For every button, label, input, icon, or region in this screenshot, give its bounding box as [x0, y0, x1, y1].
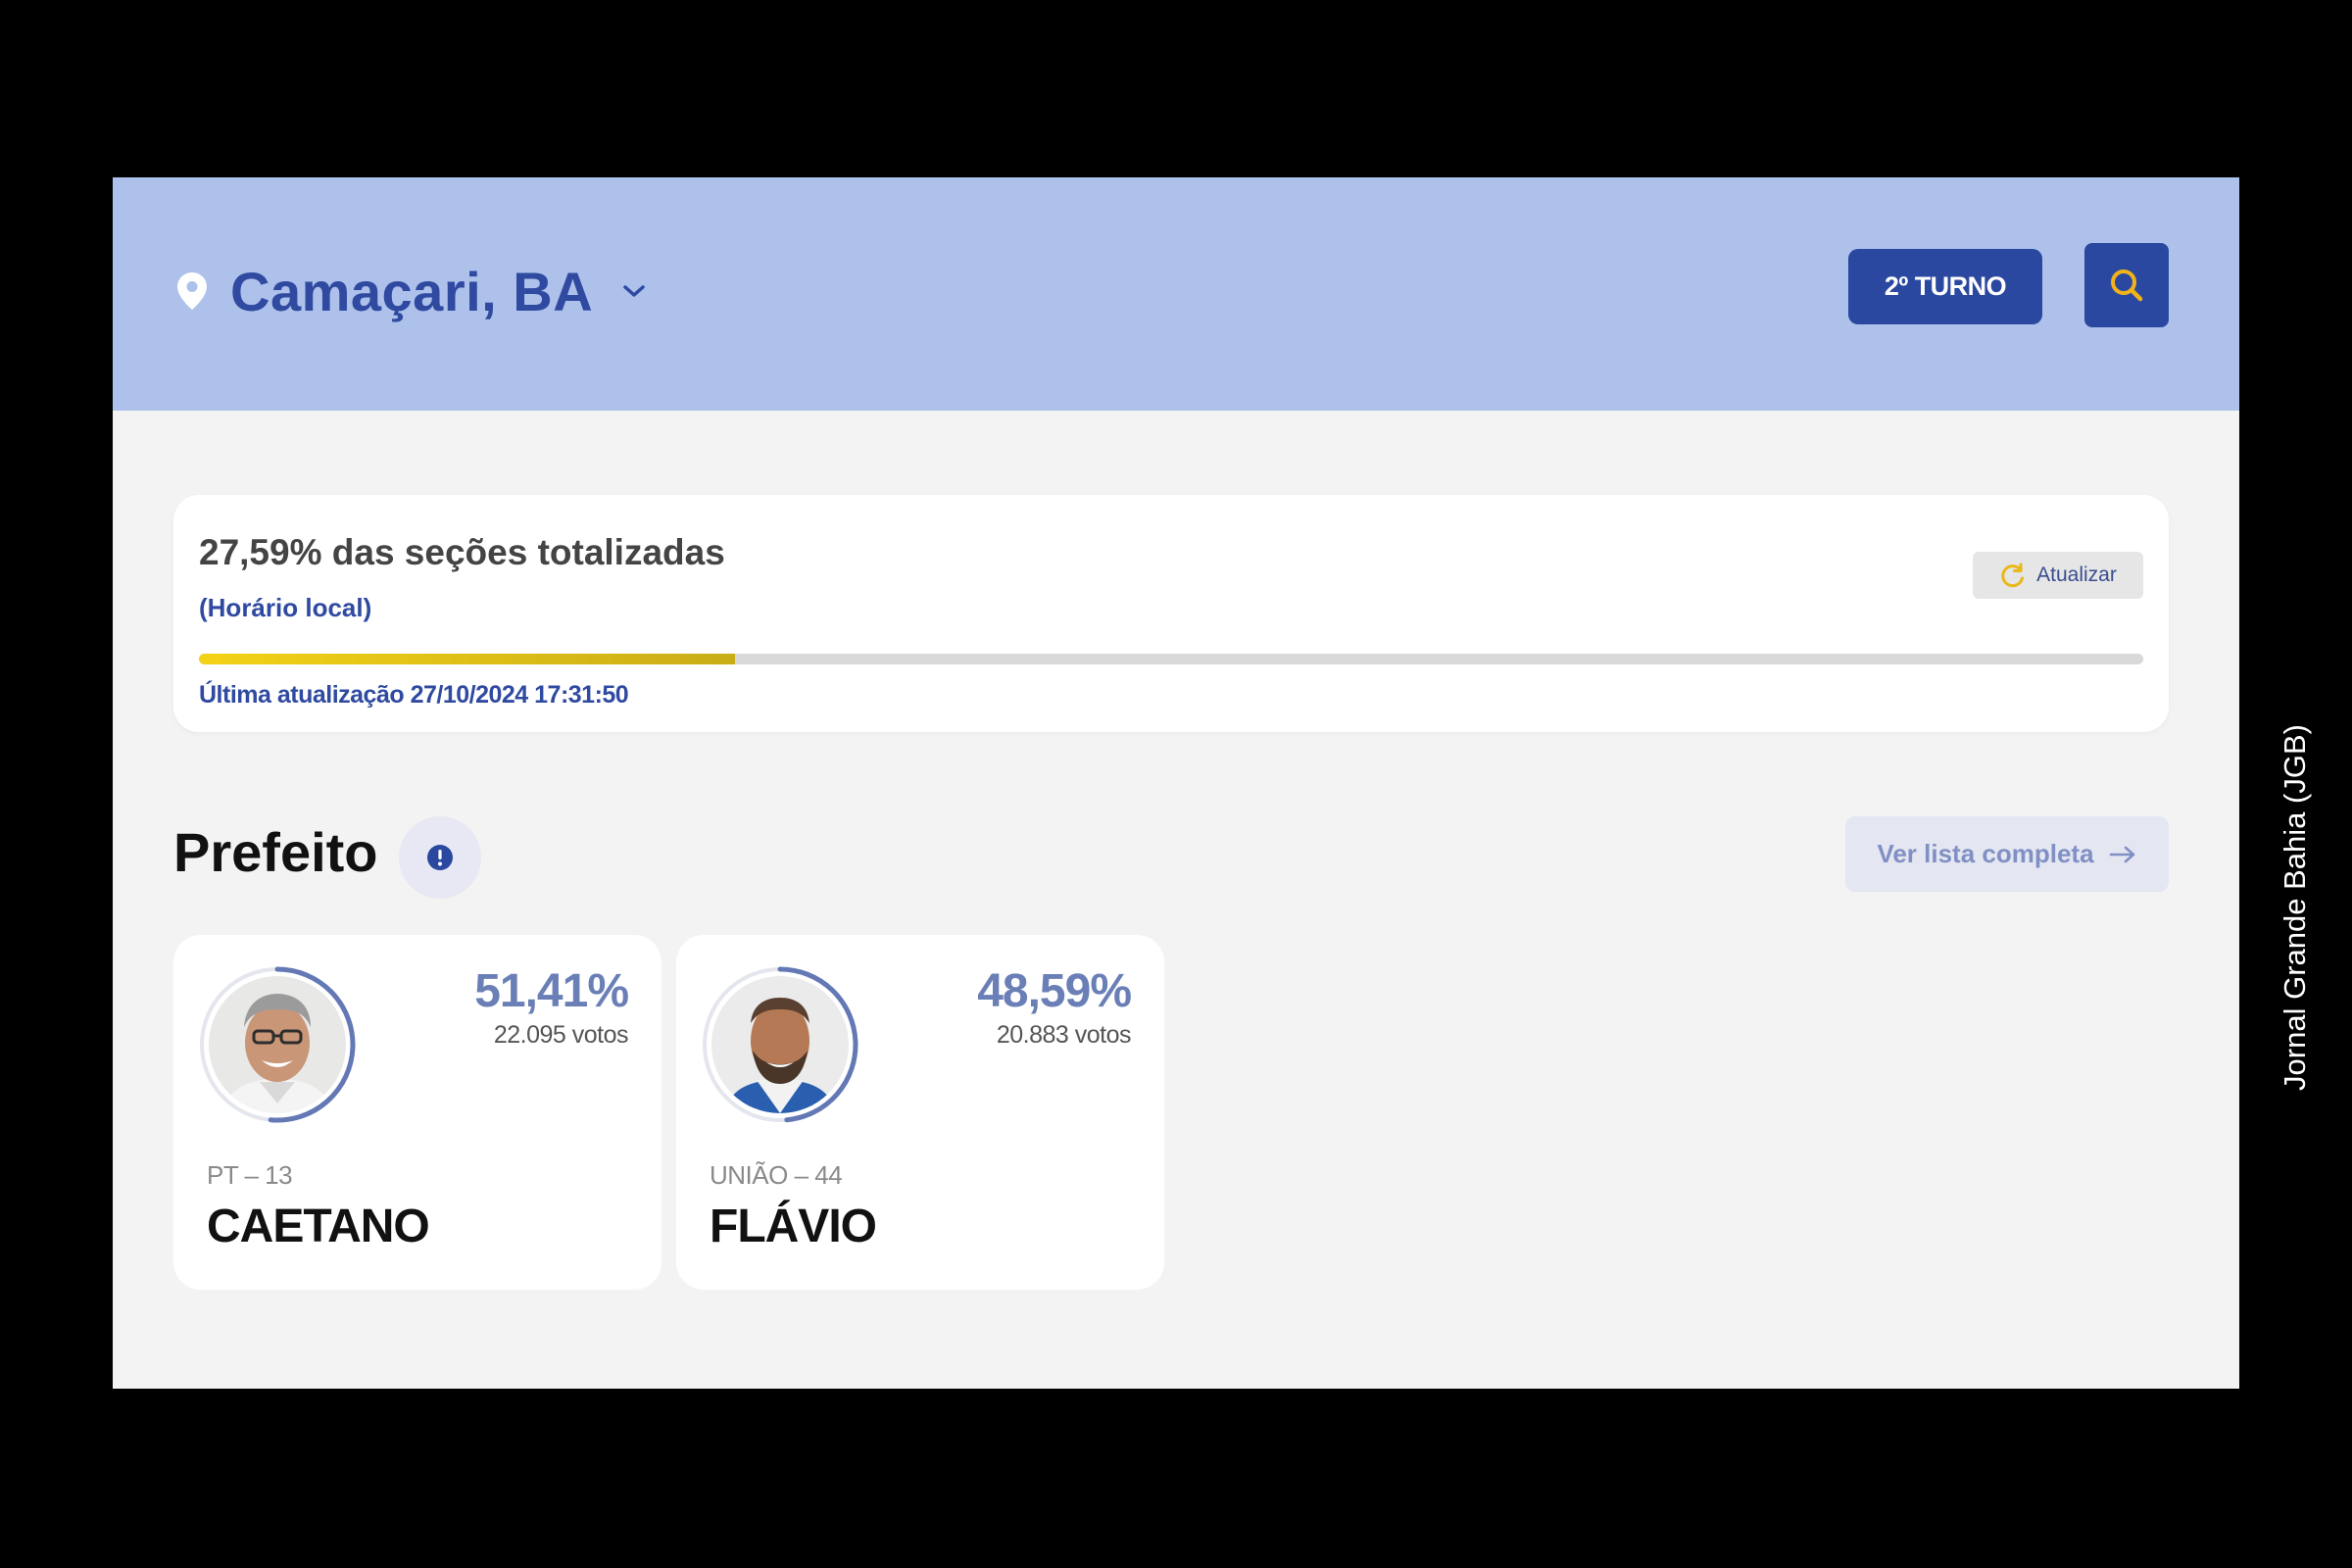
refresh-icon — [2001, 563, 2025, 588]
totalization-title: 27,59% das seções totalizadas — [199, 532, 725, 572]
candidate-card[interactable]: 51,41% 22.095 votos PT – 13 CAETANO — [173, 935, 662, 1290]
info-icon — [427, 845, 453, 870]
map-pin-icon — [177, 272, 207, 310]
progress-fill — [199, 654, 736, 664]
party-number: PT – 13 — [207, 1160, 293, 1190]
vote-count: 22.095 votos — [493, 1021, 629, 1049]
info-button[interactable] — [399, 816, 481, 899]
last-update-text: Última atualização 27/10/2024 17:31:50 — [199, 681, 629, 709]
section-title: Prefeito — [173, 821, 378, 883]
refresh-label: Atualizar — [2036, 564, 2117, 586]
vote-count: 20.883 votos — [996, 1021, 1132, 1049]
candidate-name: FLÁVIO — [710, 1200, 877, 1252]
search-icon — [2111, 270, 2143, 302]
refresh-button[interactable]: Atualizar — [1973, 552, 2143, 599]
results-app: Camaçari, BA 2º TURNO 27,59% das seções … — [113, 177, 2239, 1389]
candidate-avatar — [199, 966, 356, 1123]
watermark-text: Jornal Grande Bahia (JGB) — [2278, 724, 2312, 1091]
header-bar: Camaçari, BA 2º TURNO — [113, 177, 2239, 411]
progress-bar — [199, 654, 2143, 664]
chevron-down-icon — [623, 285, 645, 297]
candidate-photo — [200, 966, 356, 1123]
party-number: UNIÃO – 44 — [710, 1160, 843, 1190]
round-button[interactable]: 2º TURNO — [1848, 249, 2042, 324]
vote-percent: 48,59% — [977, 965, 1132, 1017]
search-button[interactable] — [2084, 243, 2169, 327]
candidate-photo — [703, 966, 858, 1123]
candidate-name: CAETANO — [207, 1200, 430, 1252]
timezone-note: (Horário local) — [199, 593, 372, 622]
location-name: Camaçari, BA — [230, 260, 594, 322]
vote-percent: 51,41% — [474, 965, 629, 1017]
full-list-label: Ver lista completa — [1877, 839, 2094, 868]
candidate-card[interactable]: 48,59% 20.883 votos UNIÃO – 44 FLÁVIO — [676, 935, 1164, 1290]
arrow-right-icon — [2109, 846, 2134, 862]
full-list-button[interactable]: Ver lista completa — [1845, 816, 2169, 892]
totalization-status-card: 27,59% das seções totalizadas (Horário l… — [173, 495, 2169, 732]
location-selector[interactable]: Camaçari, BA — [175, 252, 648, 330]
candidate-avatar — [702, 966, 858, 1123]
